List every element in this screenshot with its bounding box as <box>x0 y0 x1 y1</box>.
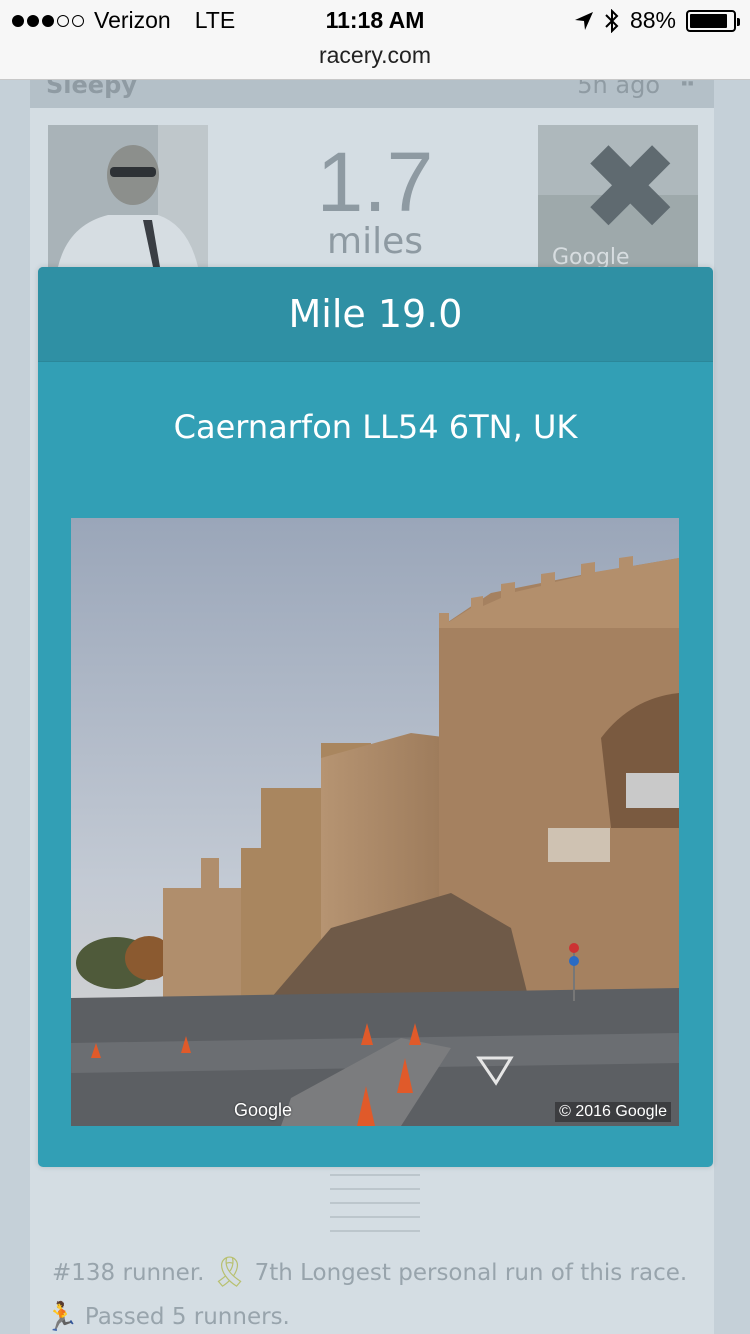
runner-name: Sleepy <box>46 80 137 99</box>
time-ago: 5h ago <box>577 80 660 99</box>
battery-percent: 88% <box>629 7 676 33</box>
status-bar-right: 88% <box>574 7 740 34</box>
feat-row-passed: 🏃 Passed 5 runners. <box>44 1300 290 1333</box>
feat-passed-text: Passed 5 runners. <box>84 1303 290 1330</box>
battery-icon <box>686 9 740 32</box>
modal-title: Mile 19.0 <box>288 292 463 336</box>
runner-avatar <box>48 125 208 267</box>
feat-rank-detail: 7th Longest personal run of this race. <box>254 1259 688 1286</box>
modal-header: Mile 19.0 <box>38 267 713 362</box>
share-icon[interactable]: ⠶ <box>679 80 696 92</box>
map-brand: Google <box>552 245 630 267</box>
divider-lines <box>330 1160 420 1244</box>
bluetooth-icon <box>605 8 619 33</box>
runners-icon: 🏃 <box>44 1300 79 1333</box>
ribbon-icon: 🎗 <box>210 1255 249 1290</box>
google-logo: Google <box>234 1100 293 1120</box>
street-view-photo[interactable]: Google © 2016 Google <box>71 518 679 1126</box>
distance-value: 1.7 <box>316 135 434 229</box>
run-distance: 1.7 miles <box>300 140 450 260</box>
location-arrow-icon <box>574 11 593 30</box>
photo-copyright: © 2016 Google <box>555 1102 671 1122</box>
feat-rank-text: #138 runner. <box>52 1259 205 1286</box>
close-icon: ✖ <box>580 125 681 258</box>
mile-marker-modal[interactable]: Mile 19.0 Caernarfon LL54 6TN, UK Google… <box>38 267 713 1167</box>
route-map-thumbnail[interactable]: ✖ Google <box>538 125 698 267</box>
distance-unit: miles <box>327 221 423 262</box>
battery-level <box>690 13 727 28</box>
castle-image <box>71 518 679 1126</box>
status-bar: Verizon LTE 11:18 AM racery.com 88% <box>0 0 750 80</box>
run-card-header: Sleepy 5h ago ⠶ <box>30 80 714 108</box>
feat-row-rank: #138 runner. 🎗 7th Longest personal run … <box>52 1255 687 1290</box>
address-bar-url[interactable]: racery.com <box>0 42 750 69</box>
location-address: Caernarfon LL54 6TN, UK <box>173 408 578 446</box>
